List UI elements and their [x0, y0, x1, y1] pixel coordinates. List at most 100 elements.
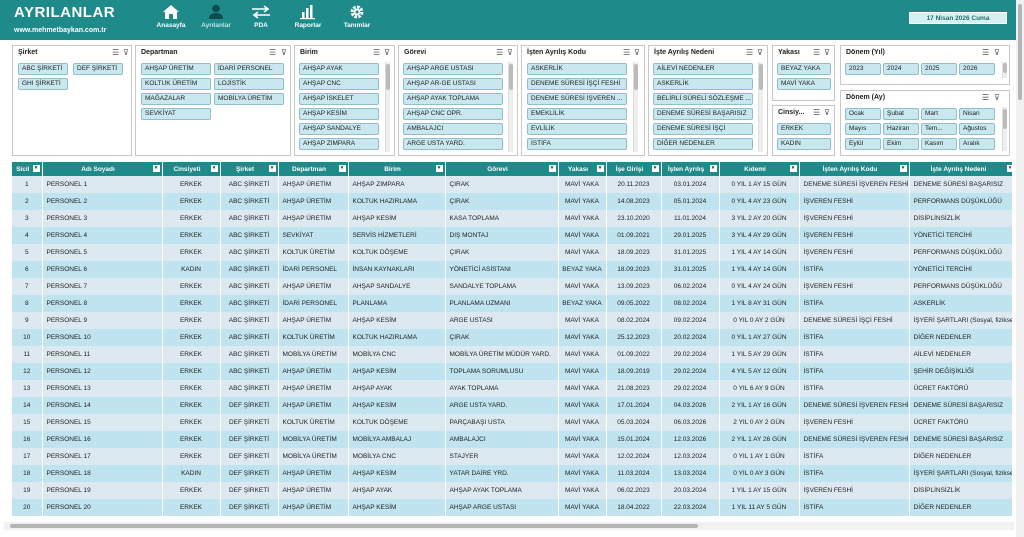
slicer-item[interactable]: İSTİFA: [527, 138, 627, 150]
table-cell[interactable]: KOLTUK ÜRETİM: [278, 414, 349, 431]
table-cell[interactable]: ERKEK: [162, 244, 221, 261]
table-cell[interactable]: 09.05.2022: [606, 295, 662, 312]
table-cell[interactable]: 14.08.2023: [606, 193, 662, 210]
table-cell[interactable]: 3 YIL 2 AY 20 GÜN: [719, 210, 800, 227]
table-cell[interactable]: DENEME SÜRESİ BAŞARISIZ: [909, 431, 1012, 448]
table-cell[interactable]: PARÇABAŞI USTA: [445, 414, 559, 431]
table-cell[interactable]: İSTİFA: [799, 295, 910, 312]
slicer-item[interactable]: DİĞER NEDENLER: [653, 138, 753, 150]
slicer-scrollbar[interactable]: [633, 62, 638, 152]
table-cell[interactable]: 09.02.2024: [661, 312, 720, 329]
slicer-item[interactable]: DEF ŞİRKETİ: [73, 63, 123, 75]
table-cell[interactable]: AHŞAP KESİM: [348, 397, 446, 414]
table-cell[interactable]: ÜCRET FAKTÖRÜ: [909, 380, 1012, 397]
table-cell[interactable]: AMBALAJCI: [445, 431, 559, 448]
table-cell[interactable]: 08.02.2024: [606, 312, 662, 329]
table-cell[interactable]: PERSONEL 20: [42, 499, 163, 516]
slicer-item[interactable]: LOJİSTİK: [214, 78, 284, 90]
table-cell[interactable]: 3: [12, 210, 43, 227]
slicer-item[interactable]: Aralık: [959, 138, 995, 150]
table-cell[interactable]: PERSONEL 11: [42, 346, 163, 363]
table-cell[interactable]: PERSONEL 15: [42, 414, 163, 431]
table-cell[interactable]: 06.03.2026: [661, 414, 720, 431]
slicer-item[interactable]: AHŞAP AR-GE USTASI: [403, 78, 503, 90]
table-cell[interactable]: 0 YIL 1 AY 15 GÜN: [719, 176, 800, 193]
slicer-item[interactable]: 2024: [883, 63, 919, 75]
table-cell[interactable]: DİĞER NEDENLER: [909, 329, 1012, 346]
nav-ayrilanlar-button[interactable]: Ayrılanlar: [191, 4, 241, 29]
table-cell[interactable]: AYAK TOPLAMA: [445, 380, 559, 397]
table-cell[interactable]: PERSONEL 13: [42, 380, 163, 397]
table-cell[interactable]: MAVİ YAKA: [558, 465, 607, 482]
table-cell[interactable]: MAVİ YAKA: [558, 482, 607, 499]
table-cell[interactable]: AHŞAP ÜRETİM: [278, 176, 349, 193]
multi-select-icon[interactable]: ☰: [373, 48, 382, 57]
table-cell[interactable]: İŞVEREN FESHİ: [799, 210, 910, 227]
slicer-item[interactable]: BEYAZ YAKA: [777, 63, 831, 75]
table-cell[interactable]: 12.03.2024: [661, 448, 720, 465]
table-cell[interactable]: ABC ŞİRKETİ: [220, 227, 279, 244]
table-row[interactable]: 3 PERSONEL 3 ERKEK ABC ŞİRKETİ AHŞAP ÜRETİM A…: [12, 210, 1012, 227]
slicer-item[interactable]: EVLİLİK: [527, 123, 627, 135]
table-cell[interactable]: ABC ŞİRKETİ: [220, 380, 279, 397]
table-cell[interactable]: ÇIRAK: [445, 329, 559, 346]
slicer-item[interactable]: AHŞAP İSKELET: [299, 93, 379, 105]
slicer-item[interactable]: Ocak: [845, 108, 881, 120]
table-row[interactable]: 12 PERSONEL 12 ERKEK ABC ŞİRKETİ AHŞAP ÜRETİ…: [12, 363, 1012, 380]
filter-dropdown-icon[interactable]: ▾: [548, 165, 556, 172]
slicer-item[interactable]: Ağustos: [959, 123, 995, 135]
slicer-item[interactable]: Kasım: [921, 138, 957, 150]
clear-filter-icon[interactable]: ⊽: [507, 48, 516, 57]
table-cell[interactable]: AHŞAP AYAK: [348, 380, 446, 397]
table-row[interactable]: 2 PERSONEL 2 ERKEK ABC ŞİRKETİ AHŞAP ÜRETİM K…: [12, 193, 1012, 210]
slicer-item[interactable]: AHŞAP ARGE USTASI: [403, 63, 503, 75]
filter-dropdown-icon[interactable]: ▾: [152, 165, 160, 172]
table-cell[interactable]: 12: [12, 363, 43, 380]
table-cell[interactable]: İŞVEREN FESHİ: [799, 227, 910, 244]
column-header[interactable]: Kıdemi ▾: [719, 162, 800, 176]
filter-dropdown-icon[interactable]: ▾: [435, 165, 443, 172]
table-cell[interactable]: DENEME SÜRESİ İŞVEREN FESHİ: [799, 431, 910, 448]
table-cell[interactable]: 06.02.2023: [606, 482, 662, 499]
filter-dropdown-icon[interactable]: ▾: [32, 165, 40, 172]
table-cell[interactable]: ERKEK: [162, 380, 221, 397]
table-cell[interactable]: MOBİLYA ÜRETİM: [278, 346, 349, 363]
table-cell[interactable]: AHŞAP ÜRETİM: [278, 380, 349, 397]
slicer-item[interactable]: Şubat: [883, 108, 919, 120]
table-cell[interactable]: DEF ŞİRKETİ: [220, 499, 279, 516]
table-row[interactable]: 19 PERSONEL 19 ERKEK DEF ŞİRKETİ AHŞAP ÜRETİ…: [12, 482, 1012, 499]
filter-dropdown-icon[interactable]: ▾: [338, 165, 346, 172]
table-cell[interactable]: MOBİLYA AMBALAJ: [348, 431, 446, 448]
table-cell[interactable]: AHŞAP KESİM: [348, 312, 446, 329]
table-cell[interactable]: AHŞAP KESİM: [348, 210, 446, 227]
table-cell[interactable]: İDARİ PERSONEL: [278, 261, 349, 278]
slicer-item[interactable]: 2025: [921, 63, 957, 75]
table-cell[interactable]: SEVKİYAT: [278, 227, 349, 244]
slicer-item[interactable]: Eylül: [845, 138, 881, 150]
table-cell[interactable]: 0 YIL 4 AY 23 GÜN: [719, 193, 800, 210]
table-cell[interactable]: ABC ŞİRKETİ: [220, 363, 279, 380]
table-cell[interactable]: 20.02.2024: [661, 329, 720, 346]
table-cell[interactable]: AİLEVİ NEDENLER: [909, 346, 1012, 363]
table-cell[interactable]: PERSONEL 3: [42, 210, 163, 227]
table-cell[interactable]: ABC ŞİRKETİ: [220, 329, 279, 346]
table-cell[interactable]: 4: [12, 227, 43, 244]
table-cell[interactable]: 18.04.2022: [606, 499, 662, 516]
table-cell[interactable]: 05.01.2024: [661, 193, 720, 210]
clear-filter-icon[interactable]: ⊽: [824, 108, 833, 117]
table-cell[interactable]: 08.02.2024: [661, 295, 720, 312]
table-cell[interactable]: İŞYERİ ŞARTLARI (Sosyal, fiziksel vb.: [909, 312, 1012, 329]
table-cell[interactable]: 18: [12, 465, 43, 482]
slicer-item[interactable]: DENEME SÜRESİ İŞVEREN ...: [527, 93, 627, 105]
table-row[interactable]: 20 PERSONEL 20 ERKEK DEF ŞİRKETİ AHŞAP ÜRETİ…: [12, 499, 1012, 516]
filter-dropdown-icon[interactable]: ▾: [789, 165, 797, 172]
table-cell[interactable]: AHŞAP ARGE USTASI: [445, 499, 559, 516]
table-cell[interactable]: MAVİ YAKA: [558, 176, 607, 193]
table-cell[interactable]: MOBİLYA CNC: [348, 448, 446, 465]
table-row[interactable]: 16 PERSONEL 16 ERKEK DEF ŞİRKETİ MOBİLYA ÜRE…: [12, 431, 1012, 448]
table-cell[interactable]: KADIN: [162, 465, 221, 482]
table-cell[interactable]: 1 YIL 8 AY 31 GÜN: [719, 295, 800, 312]
slicer-item[interactable]: ARGE USTA YARD.: [403, 138, 503, 150]
slicer-item[interactable]: 2026: [959, 63, 995, 75]
table-cell[interactable]: AHŞAP KESİM: [348, 363, 446, 380]
